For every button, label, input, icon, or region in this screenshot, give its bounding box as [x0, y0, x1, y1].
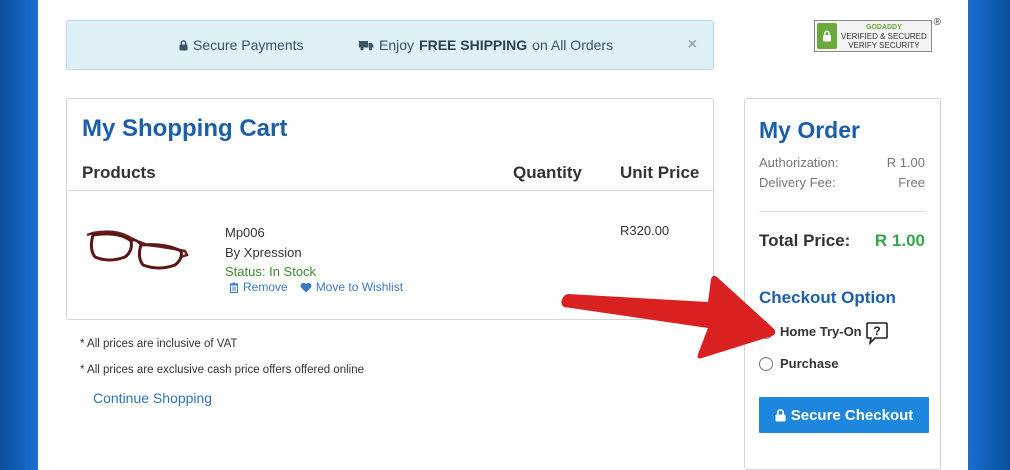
security-seal[interactable]: GODADDY VERIFIED & SECURED VERIFY SECURI… — [814, 17, 941, 52]
delivery-label: Delivery Fee: — [759, 175, 836, 190]
seal-text: GODADDY VERIFIED & SECURED VERIFY SECURI… — [841, 23, 927, 50]
wishlist-label: Move to Wishlist — [315, 280, 404, 294]
header-divider — [67, 190, 713, 191]
authorization-label: Authorization: — [759, 155, 839, 170]
product-brand: By Xpression — [225, 244, 302, 260]
item-unit-price: R320.00 — [620, 223, 670, 238]
info-banner: Secure Payments Enjoy FREE SHIPPING on A… — [66, 20, 714, 70]
purchase-label: Purchase — [780, 356, 839, 371]
seal-line2: VERIFY SECURITY — [848, 40, 920, 50]
wishlist-link[interactable]: Move to Wishlist — [300, 280, 403, 294]
total-value: R 1.00 — [874, 231, 925, 250]
column-products: Products — [82, 163, 156, 182]
secure-checkout-label: Secure Checkout — [790, 406, 914, 424]
product-status: Status: In Stock — [225, 262, 316, 282]
trash-icon — [229, 282, 239, 293]
column-unit-price: Unit Price — [620, 163, 700, 182]
page-content: Secure Payments Enjoy FREE SHIPPING on A… — [38, 0, 968, 470]
close-banner-button[interactable]: × — [688, 36, 697, 54]
lock-shield-icon — [817, 23, 837, 49]
delivery-row: Delivery Fee: Free — [759, 175, 925, 190]
secure-payments-notice: Secure Payments — [179, 37, 304, 53]
red-arrow-annotation — [561, 275, 776, 359]
order-divider — [759, 211, 925, 212]
help-bubble-icon[interactable]: ? — [865, 321, 889, 345]
registered-mark: ® — [933, 17, 941, 28]
seal-line1: VERIFIED & SECURED — [841, 31, 927, 41]
item-actions: Remove Move to Wishlist — [229, 280, 403, 294]
column-quantity: Quantity — [513, 163, 582, 182]
enjoy-text: Enjoy — [379, 37, 415, 53]
lock-icon — [179, 39, 188, 50]
total-label: Total Price: — [759, 231, 851, 250]
truck-icon — [359, 40, 374, 50]
authorization-row: Authorization: R 1.00 — [759, 155, 925, 170]
status-value: In Stock — [269, 264, 317, 279]
authorization-value: R 1.00 — [886, 155, 925, 170]
vat-note: * All prices are inclusive of VAT — [80, 338, 238, 350]
free-shipping-notice: Enjoy FREE SHIPPING on All Orders — [359, 37, 613, 53]
cash-price-note: * All prices are exclusive cash price of… — [80, 364, 365, 376]
continue-shopping-link[interactable]: Continue Shopping — [93, 390, 212, 406]
remove-link[interactable]: Remove — [229, 280, 288, 294]
eyeglasses-product-image[interactable] — [85, 221, 189, 277]
secure-payments-text: Secure Payments — [193, 37, 304, 53]
on-all-orders-text: on All Orders — [532, 37, 614, 53]
cart-title: My Shopping Cart — [82, 115, 288, 142]
total-row: Total Price: R 1.00 — [759, 231, 925, 251]
order-title: My Order — [759, 117, 860, 143]
secure-checkout-button[interactable]: Secure Checkout — [759, 397, 929, 433]
seal-brand: GODADDY — [866, 23, 902, 31]
delivery-value: Free — [898, 175, 925, 190]
svg-text:?: ? — [873, 324, 880, 338]
price-notes: * All prices are inclusive of VAT * All … — [80, 331, 364, 383]
remove-label: Remove — [243, 280, 288, 294]
lock-icon — [775, 408, 786, 421]
status-label: Status: — [225, 264, 266, 279]
free-shipping-text: FREE SHIPPING — [419, 37, 528, 53]
heart-icon — [300, 282, 312, 292]
product-name[interactable]: Mp006 — [225, 223, 316, 243]
home-try-on-label: Home Try-On — [780, 324, 862, 339]
product-info: Mp006 By Xpression Status: In Stock — [225, 223, 316, 282]
